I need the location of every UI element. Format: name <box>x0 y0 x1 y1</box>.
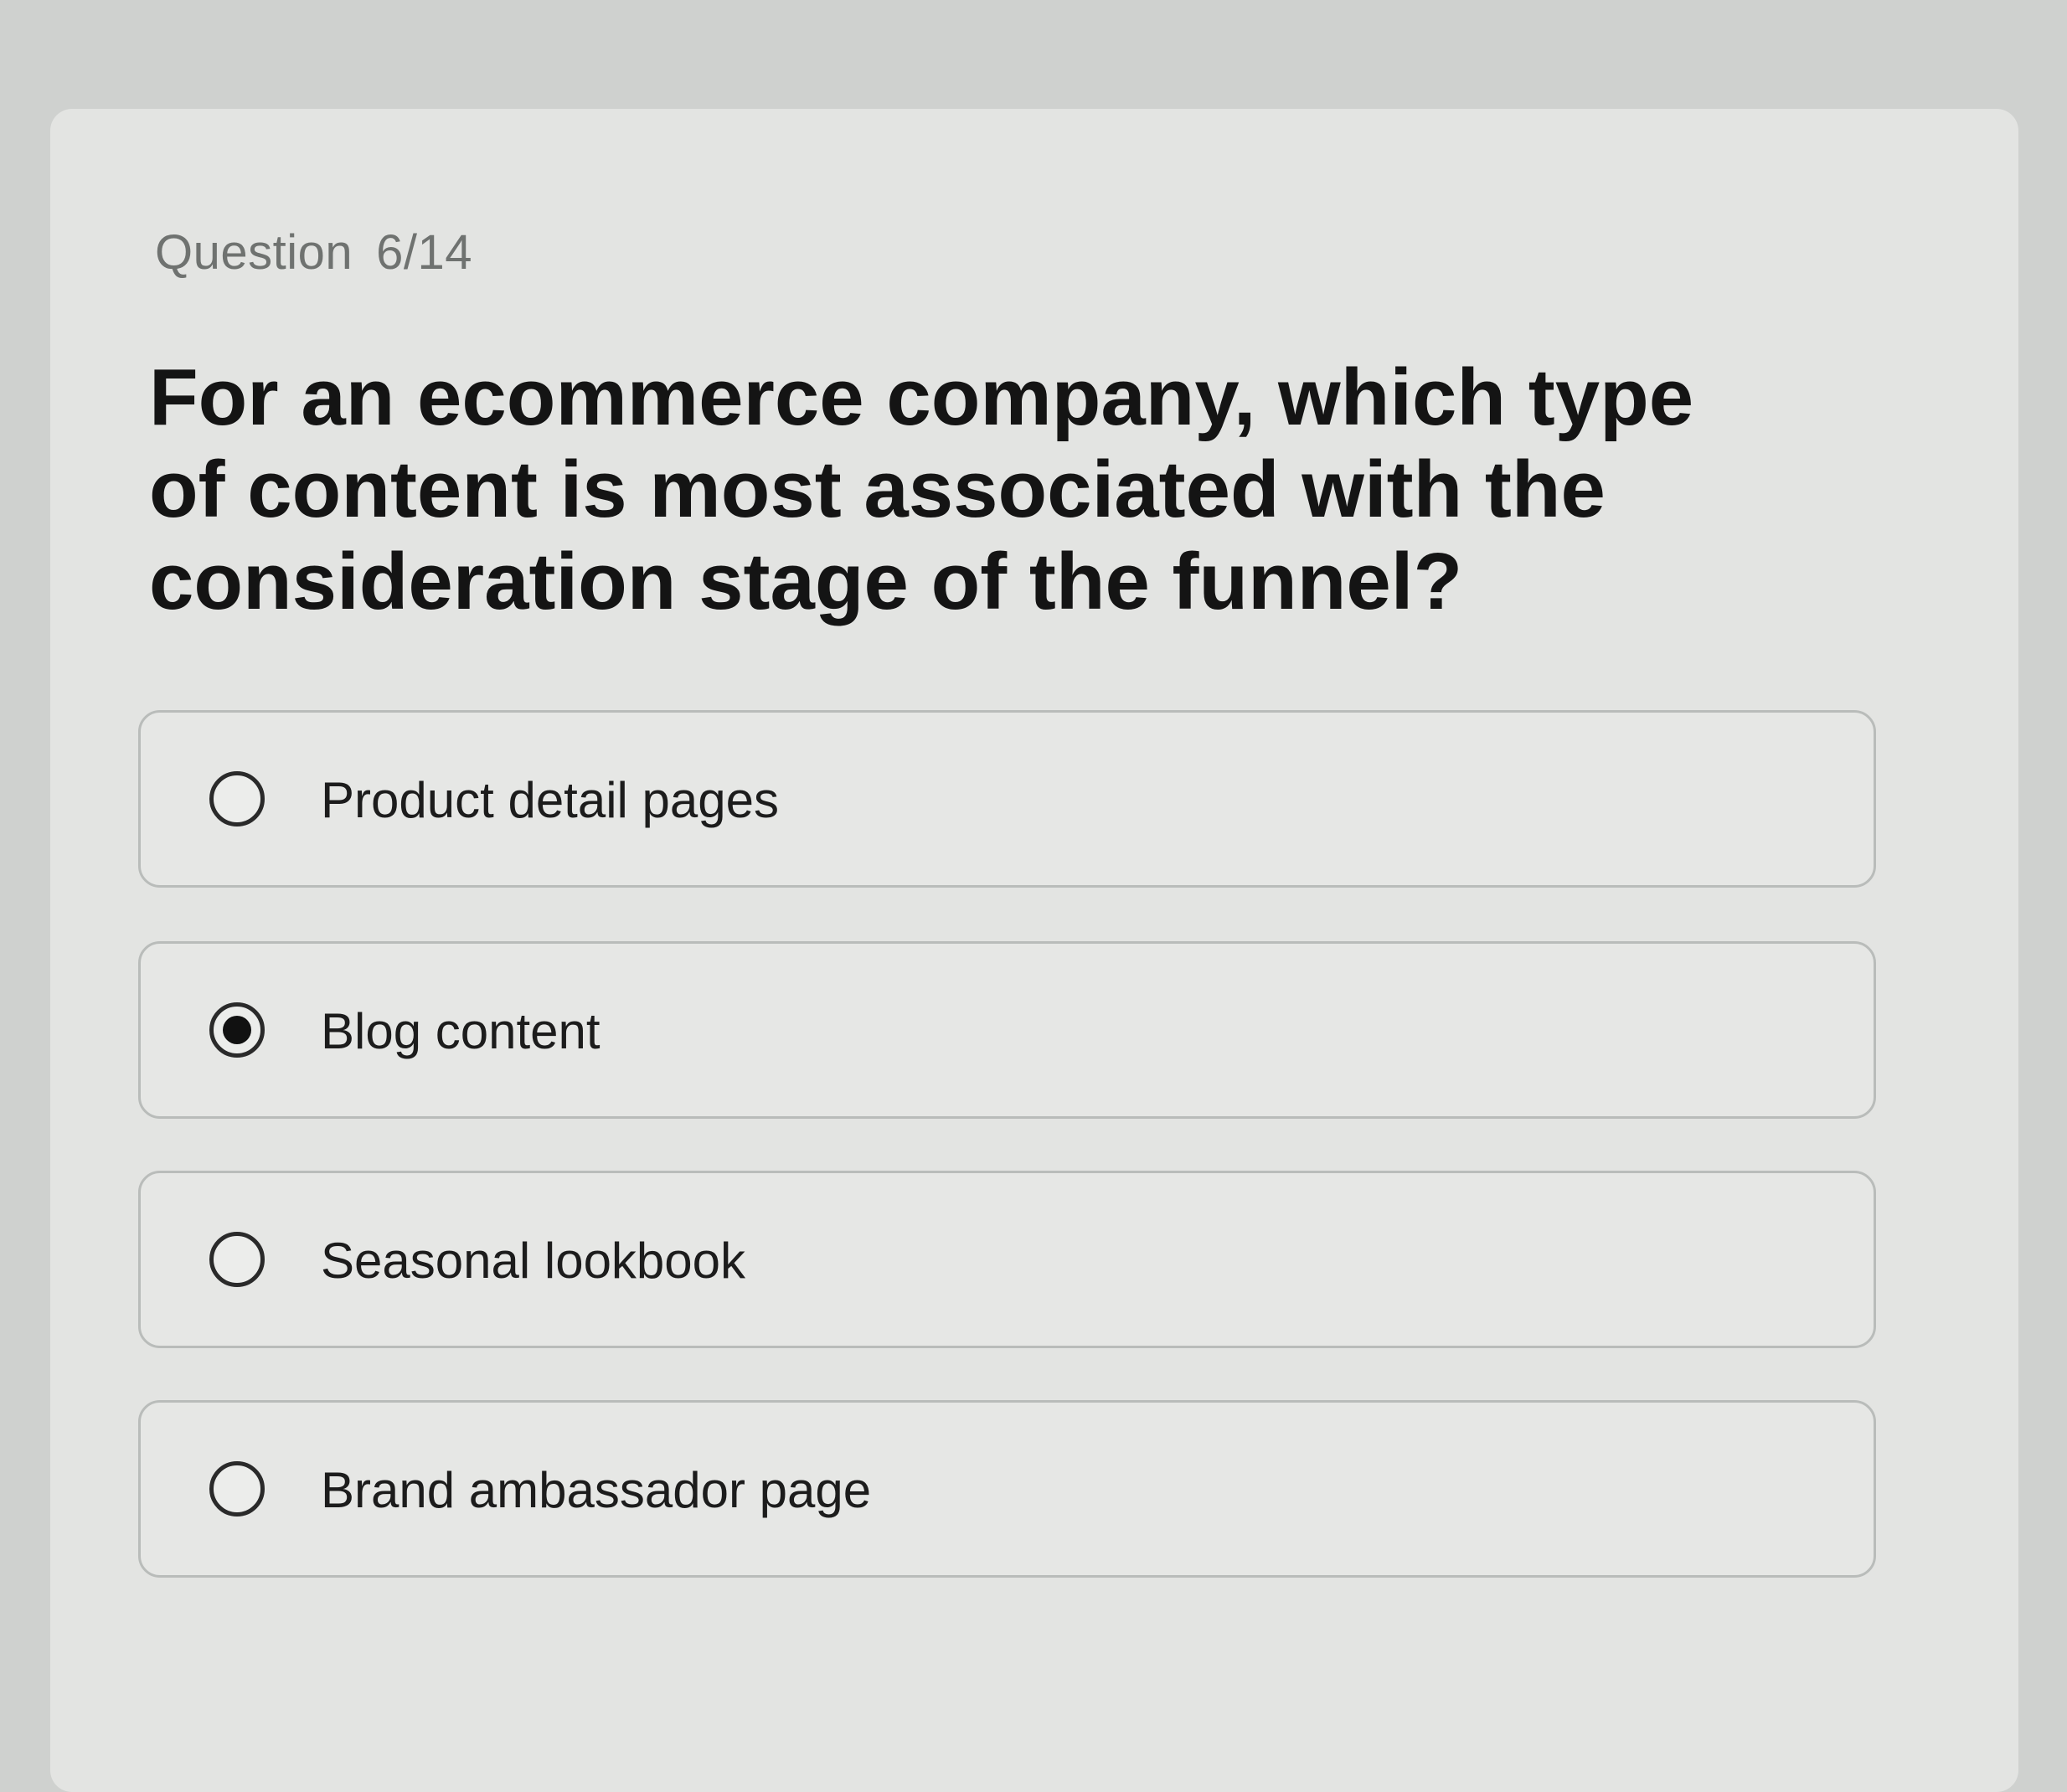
question-text: For an ecommerce company, which type of … <box>149 353 1694 626</box>
answer-option-seasonal-lookbook[interactable]: Seasonal lookbook <box>138 1171 1876 1348</box>
answer-option-blog-content[interactable]: Blog content <box>138 941 1876 1119</box>
answer-option-product-detail-pages[interactable]: Product detail pages <box>138 710 1876 888</box>
answer-option-label: Brand ambassador page <box>321 1462 872 1518</box>
question-counter: Question 6/14 <box>155 224 472 281</box>
radio-unselected-icon[interactable] <box>209 771 265 826</box>
answer-option-label: Seasonal lookbook <box>321 1233 746 1289</box>
answer-option-label: Blog content <box>321 1003 601 1059</box>
question-counter-value: 6/14 <box>376 225 473 280</box>
answer-option-brand-ambassador-page[interactable]: Brand ambassador page <box>138 1400 1876 1578</box>
radio-unselected-icon[interactable] <box>209 1232 265 1287</box>
question-counter-label: Question <box>155 225 353 280</box>
radio-unselected-icon[interactable] <box>209 1461 265 1517</box>
radio-selected-icon[interactable] <box>209 1002 265 1058</box>
answer-option-label: Product detail pages <box>321 772 780 828</box>
